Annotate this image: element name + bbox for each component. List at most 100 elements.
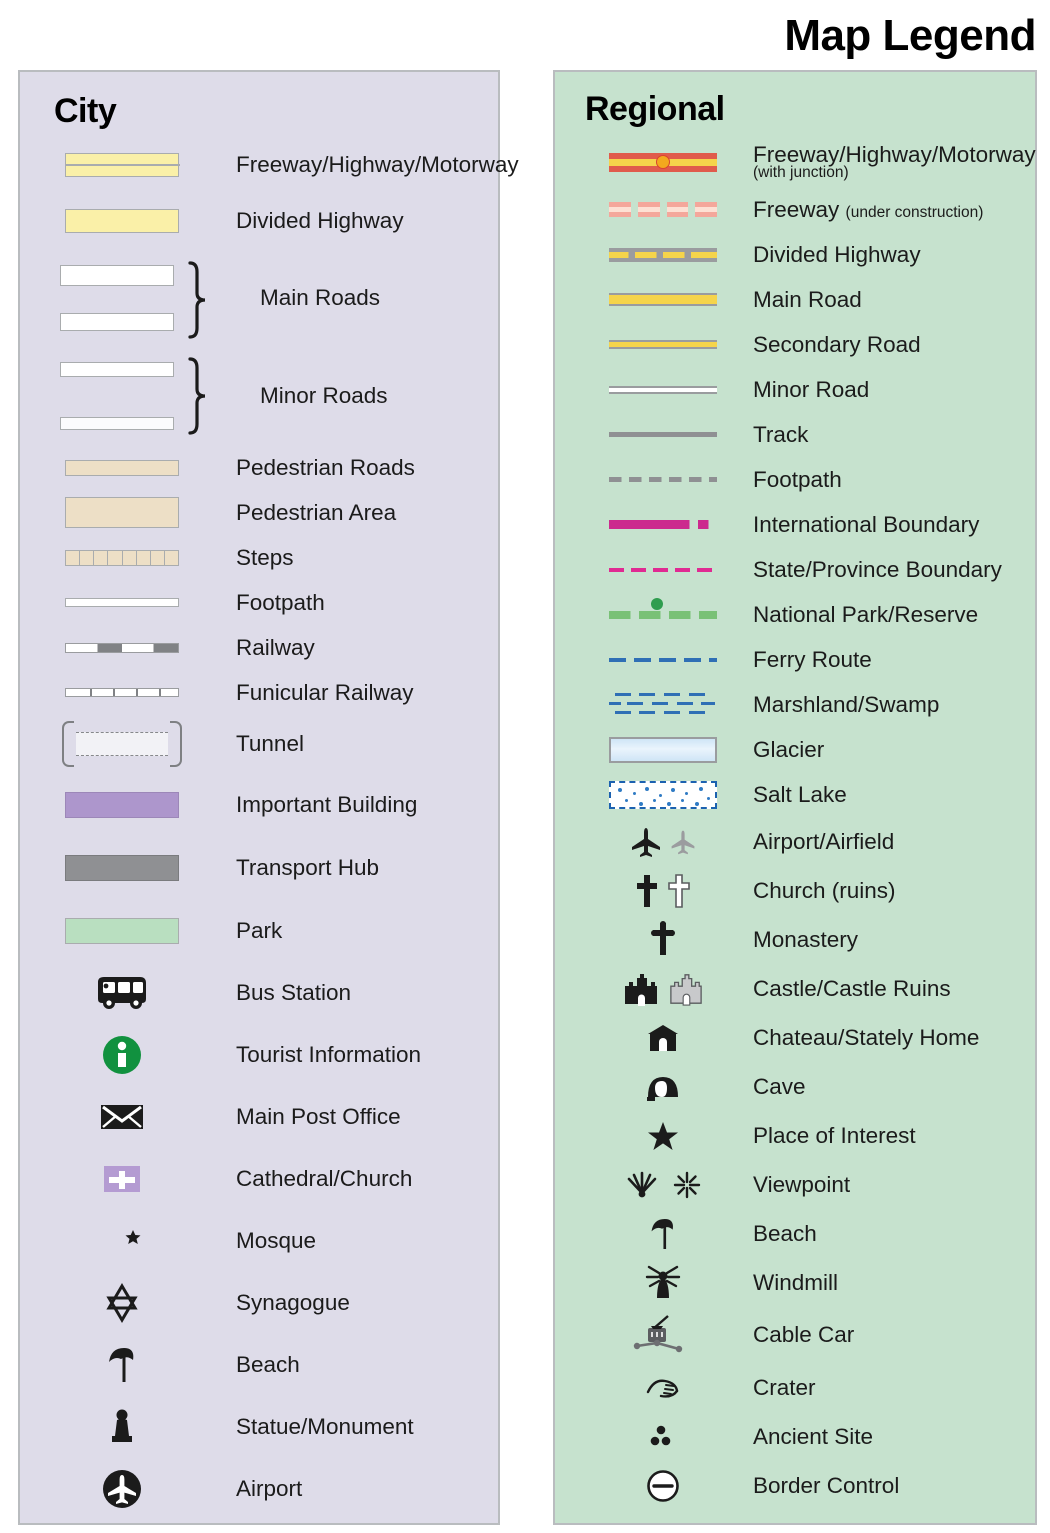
- legend-row: Marshland/Swamp: [555, 682, 1035, 727]
- legend-row: Pedestrian Roads: [20, 445, 498, 490]
- legend-row: Bus Station: [20, 962, 498, 1024]
- page-title: Map Legend: [784, 11, 1036, 60]
- legend-row: Beach: [20, 1334, 498, 1396]
- minor-roads-symbol: [46, 362, 198, 430]
- monastery-cross-icon: [593, 920, 733, 959]
- legend-label: Cave: [753, 1073, 806, 1099]
- legend-label: Place of Interest: [753, 1122, 916, 1148]
- track-line-symbol: [593, 432, 733, 437]
- glacier-swatch-symbol: [593, 736, 733, 763]
- salt-lake-swatch-symbol: [593, 780, 733, 809]
- legend-label: Salt Lake: [753, 781, 847, 807]
- legend-row: International Boundary: [555, 502, 1035, 547]
- legend-row: Church (ruins): [555, 866, 1035, 915]
- footpath-line-symbol: [46, 598, 198, 607]
- legend-label: Main Post Office: [236, 1104, 401, 1129]
- cable-car-icon: [593, 1314, 733, 1356]
- legend-label: Cable Car: [753, 1322, 855, 1347]
- divided-highway-line-symbol: [593, 247, 733, 262]
- important-building-bar-symbol: [46, 791, 198, 818]
- legend-row: Border Control: [555, 1461, 1035, 1510]
- parasol-icon: [593, 1216, 733, 1252]
- legend-label: Main Road: [753, 286, 862, 312]
- brace-icon: [188, 261, 210, 339]
- legend-row: Important Building: [20, 773, 498, 836]
- divided-highway-bar-symbol: [46, 209, 198, 233]
- legend-label: Pedestrian Area: [236, 499, 397, 525]
- legend-row: Freeway/Highway/Motorway (with junction): [555, 137, 1036, 187]
- legend-row: Minor Roads: [20, 347, 498, 445]
- legend-label: Footpath: [236, 589, 325, 615]
- legend-label: Minor Roads: [260, 383, 388, 408]
- legend-row: Footpath: [20, 580, 498, 625]
- legend-row: Castle/Castle Ruins: [555, 964, 1035, 1013]
- minor-road-line-symbol: [593, 385, 733, 394]
- windmill-icon: [593, 1264, 733, 1302]
- legend-label: Cathedral/Church: [236, 1166, 413, 1191]
- legend-label: Beach: [753, 1220, 817, 1246]
- secondary-road-line-symbol: [593, 340, 733, 349]
- legend-label: Mosque: [236, 1228, 317, 1253]
- legend-label: Freeway/Highway/Motorway (with junction): [753, 143, 1036, 181]
- legend-row: Cable Car: [555, 1307, 1035, 1363]
- parasol-icon: [46, 1345, 198, 1385]
- legend-label: Steps: [236, 544, 294, 570]
- legend-label: Beach: [236, 1352, 300, 1377]
- legend-label: International Boundary: [753, 511, 980, 537]
- freeway-junction-line-symbol: [593, 152, 733, 172]
- steps-bar-symbol: [46, 549, 198, 566]
- freeway-dashed-line-symbol: [593, 202, 733, 217]
- chateau-icon: [593, 1023, 733, 1053]
- legend-label: Ferry Route: [753, 646, 872, 672]
- ancient-site-icon: [593, 1424, 733, 1450]
- legend-label: Monastery: [753, 926, 859, 952]
- legend-row: Viewpoint: [555, 1160, 1035, 1209]
- legend-label-main: Freeway: [753, 196, 840, 222]
- legend-row: Main Roads: [20, 249, 498, 347]
- marshland-pattern-symbol: [593, 690, 733, 720]
- legend-label: Transport Hub: [236, 854, 379, 880]
- cross-square-icon: [46, 1163, 198, 1195]
- legend-label: Secondary Road: [753, 331, 921, 357]
- funicular-line-symbol: [46, 688, 198, 697]
- information-icon: [46, 1034, 198, 1076]
- legend-label: Main Roads: [260, 285, 381, 310]
- state-boundary-line-symbol: [593, 567, 733, 572]
- legend-row: Ancient Site: [555, 1412, 1035, 1461]
- legend-label: Important Building: [236, 791, 418, 817]
- legend-row: State/Province Boundary: [555, 547, 1035, 592]
- star-of-david-icon: [46, 1283, 198, 1323]
- legend-label: Tunnel: [236, 731, 304, 756]
- legend-label: Church (ruins): [753, 877, 896, 903]
- brace-icon: [188, 357, 210, 435]
- legend-label: Marshland/Swamp: [753, 691, 940, 717]
- bus-icon: [46, 976, 198, 1010]
- cross-pair-icon: [593, 873, 733, 908]
- main-roads-symbol: [46, 265, 198, 331]
- legend-row: Cave: [555, 1062, 1035, 1111]
- legend-row: Place of Interest: [555, 1111, 1035, 1160]
- castle-pair-icon: [593, 972, 733, 1006]
- legend-row: Railway: [20, 625, 498, 670]
- legend-row: Freeway (under construction): [555, 187, 1035, 232]
- city-legend-panel: City Freeway/Highway/Motorway Divided Hi…: [18, 70, 519, 1525]
- legend-row: Ferry Route: [555, 637, 1035, 682]
- legend-row: Synagogue: [20, 1272, 498, 1334]
- legend-label: Crater: [753, 1374, 816, 1400]
- legend-label: Park: [236, 917, 283, 943]
- legend-row: Main Road: [555, 277, 1035, 322]
- legend-row: Steps: [20, 535, 498, 580]
- legend-label: Freeway/Highway/Motorway: [236, 152, 519, 177]
- legend-row: Track: [555, 412, 1035, 457]
- legend-row: Secondary Road: [555, 322, 1035, 367]
- legend-row: Divided Highway: [555, 232, 1035, 277]
- legend-row: National Park/Reserve: [555, 592, 1035, 637]
- crescent-star-icon: [46, 1223, 198, 1259]
- tunnel-brackets-symbol: [46, 721, 198, 767]
- ferry-route-line-symbol: [593, 657, 733, 662]
- legend-label: Glacier: [753, 736, 825, 762]
- legend-label: Bus Station: [236, 980, 352, 1005]
- park-bar-symbol: [46, 917, 198, 944]
- legend-label: Freeway (under construction): [753, 197, 983, 223]
- legend-row: Glacier: [555, 727, 1035, 772]
